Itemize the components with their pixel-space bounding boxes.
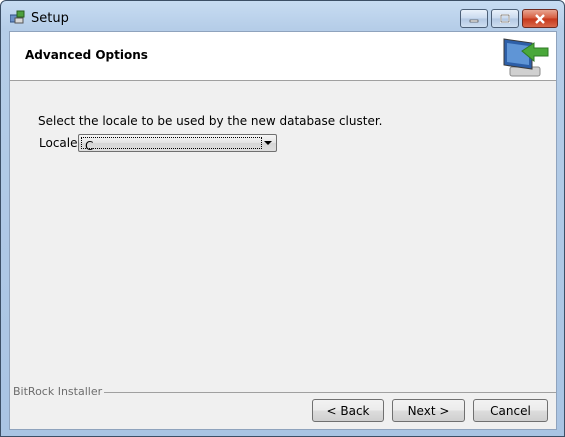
- minimize-icon: [469, 19, 479, 22]
- locale-label: Locale: [39, 136, 78, 150]
- computer-monitor-arrow-icon: [498, 35, 552, 79]
- cancel-button[interactable]: Cancel: [473, 399, 548, 422]
- footer-divider: [104, 392, 556, 393]
- close-icon: [535, 13, 545, 24]
- locale-prompt: Select the locale to be used by the new …: [38, 114, 383, 128]
- chevron-down-icon: [264, 141, 272, 145]
- title-bar[interactable]: Setup: [1, 1, 564, 31]
- installer-brand: BitRock Installer: [13, 385, 103, 398]
- window-title: Setup: [31, 11, 69, 26]
- page-title: Advanced Options: [25, 48, 148, 62]
- locale-select-focus: C: [81, 137, 262, 153]
- back-button[interactable]: < Back: [312, 399, 384, 422]
- next-button[interactable]: Next >: [392, 399, 465, 422]
- maximize-button[interactable]: [491, 9, 519, 28]
- setup-window: Setup Advanced Options Select the locale…: [0, 0, 565, 437]
- locale-select-value: C: [85, 139, 94, 153]
- locale-select[interactable]: C: [78, 134, 277, 153]
- setup-app-icon: [9, 10, 26, 24]
- minimize-button[interactable]: [460, 9, 488, 28]
- maximize-icon: [500, 14, 510, 23]
- wizard-content: Advanced Options Select the locale to be…: [9, 31, 557, 430]
- close-button[interactable]: [522, 9, 558, 28]
- wizard-header: Advanced Options: [10, 32, 556, 81]
